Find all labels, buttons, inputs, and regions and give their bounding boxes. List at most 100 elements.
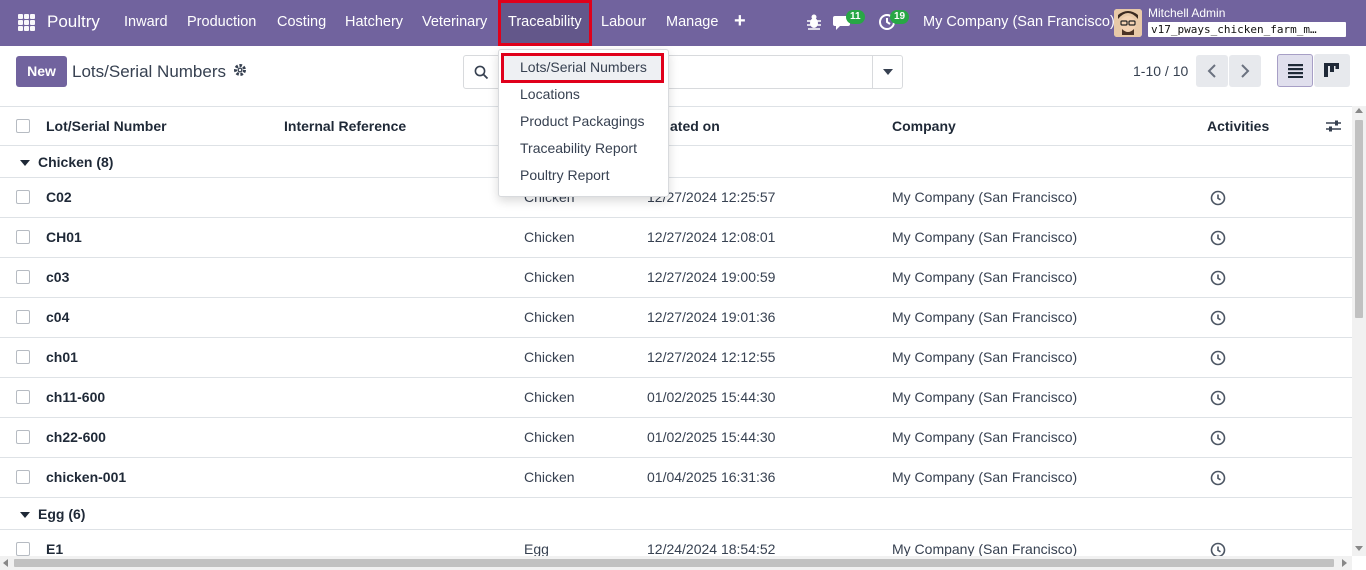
activity-clock-icon[interactable]	[1210, 190, 1226, 206]
activity-clock-icon[interactable]	[1210, 350, 1226, 366]
row-checkbox[interactable]	[16, 270, 30, 284]
table-row[interactable]: c04 Chicken 12/27/2024 19:01:36 My Compa…	[0, 298, 1352, 338]
activity-clock-icon[interactable]	[1210, 430, 1226, 446]
horizontal-scrollbar[interactable]	[0, 556, 1352, 570]
activity-clock-icon[interactable]	[1210, 310, 1226, 326]
company-cell: My Company (San Francisco)	[892, 389, 1078, 405]
user-name[interactable]: Mitchell Admin	[1148, 6, 1225, 20]
vertical-scrollbar[interactable]	[1352, 106, 1366, 556]
menu-costing[interactable]: Costing	[277, 14, 326, 30]
company-switcher[interactable]: My Company (San Francisco)	[923, 14, 1115, 30]
company-cell: My Company (San Francisco)	[892, 309, 1078, 325]
row-checkbox[interactable]	[16, 390, 30, 404]
column-internal-reference[interactable]: Internal Reference	[284, 118, 406, 134]
gear-icon[interactable]	[233, 63, 247, 80]
lot-cell: E1	[46, 541, 64, 557]
row-checkbox[interactable]	[16, 310, 30, 324]
menu-production[interactable]: Production	[187, 14, 256, 30]
lot-cell: c03	[46, 269, 70, 285]
lot-cell: ch11-600	[46, 389, 106, 405]
traceability-dropdown-menu: Lots/Serial Numbers Locations Product Pa…	[498, 49, 669, 197]
activity-clock-icon[interactable]	[1210, 470, 1226, 486]
select-all-checkbox[interactable]	[16, 119, 30, 133]
row-checkbox[interactable]	[16, 230, 30, 244]
column-lot-serial[interactable]: Lot/Serial Number	[46, 118, 167, 134]
row-checkbox[interactable]	[16, 470, 30, 484]
company-cell: My Company (San Francisco)	[892, 429, 1078, 445]
top-navbar: Poultry Inward Production Costing Hatche…	[0, 0, 1366, 46]
database-name: v17_pways_chicken_farm_m…	[1148, 22, 1346, 37]
created-cell: 12/27/2024 12:08:01	[647, 229, 776, 245]
menu-traceability[interactable]: Traceability	[508, 14, 582, 30]
pager-value[interactable]: 1-10 / 10	[1133, 63, 1188, 79]
pager-next-button[interactable]	[1229, 55, 1261, 87]
scroll-down-arrow-icon[interactable]	[1355, 546, 1363, 551]
column-company[interactable]: Company	[892, 118, 956, 134]
product-cell: Egg	[524, 541, 549, 557]
created-cell: 12/27/2024 12:12:55	[647, 349, 776, 365]
dropdown-item-traceability-report[interactable]: Traceability Report	[520, 140, 637, 156]
user-avatar[interactable]	[1114, 9, 1142, 37]
group-label: Egg (6)	[38, 506, 86, 522]
lot-cell: ch01	[46, 349, 78, 365]
new-button[interactable]: New	[16, 56, 67, 87]
product-cell: Chicken	[524, 229, 575, 245]
product-cell: Chicken	[524, 309, 575, 325]
column-created-on[interactable]: ated on	[670, 118, 720, 134]
table-header: Lot/Serial Number Internal Reference ate…	[0, 106, 1352, 146]
menu-manage[interactable]: Manage	[666, 14, 718, 30]
company-cell: My Company (San Francisco)	[892, 349, 1078, 365]
row-checkbox[interactable]	[16, 430, 30, 444]
scroll-right-arrow-icon[interactable]	[1342, 559, 1347, 567]
group-row-chicken[interactable]: Chicken (8)	[0, 146, 1352, 178]
kanban-view-button[interactable]	[1314, 54, 1350, 87]
app-brand[interactable]: Poultry	[47, 12, 100, 32]
group-row-egg[interactable]: Egg (6)	[0, 498, 1352, 530]
activity-clock-icon[interactable]	[1210, 230, 1226, 246]
table-row[interactable]: ch01 Chicken 12/27/2024 12:12:55 My Comp…	[0, 338, 1352, 378]
caret-down-icon	[20, 512, 30, 518]
table-row[interactable]: C02 Chicken 12/27/2024 12:25:57 My Compa…	[0, 178, 1352, 218]
dropdown-item-lots-serial-numbers[interactable]: Lots/Serial Numbers	[520, 59, 647, 75]
horizontal-scroll-thumb[interactable]	[14, 559, 1334, 567]
app-grid-icon[interactable]	[18, 14, 35, 31]
company-cell: My Company (San Francisco)	[892, 189, 1078, 205]
row-checkbox[interactable]	[16, 542, 30, 556]
debug-bug-icon[interactable]	[806, 13, 822, 34]
pager-previous-button[interactable]	[1196, 55, 1228, 87]
table-row[interactable]: CH01 Chicken 12/27/2024 12:08:01 My Comp…	[0, 218, 1352, 258]
list-view-button[interactable]	[1277, 54, 1313, 87]
menu-hatchery[interactable]: Hatchery	[345, 14, 403, 30]
scroll-left-arrow-icon[interactable]	[3, 559, 8, 567]
optional-columns-sliders-icon[interactable]	[1326, 119, 1341, 136]
dropdown-item-product-packagings[interactable]: Product Packagings	[520, 113, 645, 129]
scroll-up-arrow-icon[interactable]	[1355, 108, 1363, 113]
row-checkbox[interactable]	[16, 350, 30, 364]
table-row[interactable]: ch11-600 Chicken 01/02/2025 15:44:30 My …	[0, 378, 1352, 418]
table-row[interactable]: c03 Chicken 12/27/2024 19:00:59 My Compa…	[0, 258, 1352, 298]
activity-clock-icon[interactable]	[1210, 270, 1226, 286]
product-cell: Chicken	[524, 349, 575, 365]
menu-inward[interactable]: Inward	[124, 14, 168, 30]
company-cell: My Company (San Francisco)	[892, 541, 1078, 557]
search-icon	[474, 65, 489, 83]
menu-labour[interactable]: Labour	[601, 14, 646, 30]
lot-cell: CH01	[46, 229, 82, 245]
column-activities[interactable]: Activities	[1207, 118, 1269, 134]
table-row[interactable]: ch22-600 Chicken 01/02/2025 15:44:30 My …	[0, 418, 1352, 458]
lot-cell: c04	[46, 309, 70, 325]
lot-cell: C02	[46, 189, 72, 205]
created-cell: 01/04/2025 16:31:36	[647, 469, 776, 485]
table-row[interactable]: chicken-001 Chicken 01/04/2025 16:31:36 …	[0, 458, 1352, 498]
search-options-toggle[interactable]	[872, 55, 903, 89]
lot-cell: ch22-600	[46, 429, 106, 445]
add-menu-plus-icon[interactable]: +	[734, 10, 746, 33]
vertical-scroll-thumb[interactable]	[1355, 120, 1363, 318]
dropdown-item-poultry-report[interactable]: Poultry Report	[520, 167, 609, 183]
dropdown-item-locations[interactable]: Locations	[520, 86, 580, 102]
menu-veterinary[interactable]: Veterinary	[422, 14, 487, 30]
created-cell: 12/27/2024 19:00:59	[647, 269, 776, 285]
row-checkbox[interactable]	[16, 190, 30, 204]
activity-clock-icon[interactable]	[1210, 390, 1226, 406]
created-cell: 01/02/2025 15:44:30	[647, 429, 776, 445]
